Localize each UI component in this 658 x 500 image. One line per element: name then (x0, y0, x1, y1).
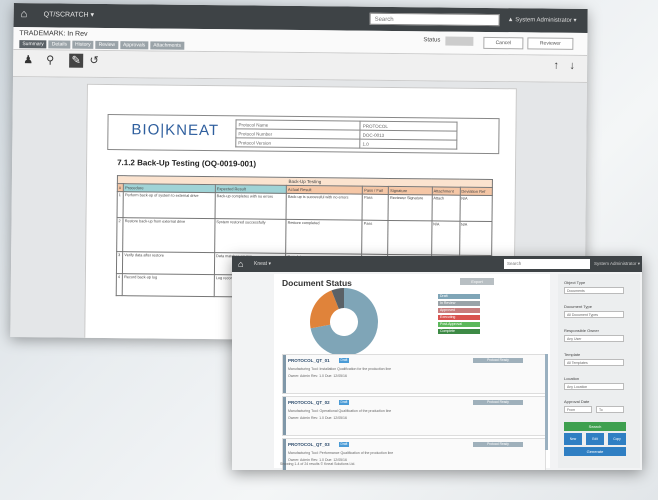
front-brand-menu[interactable]: Kneat ▾ (254, 261, 271, 267)
legend-item[interactable]: Draft (438, 294, 480, 299)
filter-toggle[interactable] (552, 278, 558, 318)
date-to-input[interactable]: To (596, 406, 624, 413)
generate-button[interactable]: Generate (564, 447, 626, 456)
tab-attachments[interactable]: Attachments (150, 41, 185, 50)
filter-select[interactable]: Any User (564, 335, 624, 342)
cell: Restore back-up from external drive (122, 217, 215, 253)
workflow-status[interactable]: Protocol Ready (473, 400, 523, 405)
cell: Back-up completes with no errors (214, 192, 287, 220)
meta-value: 1.0 (360, 139, 457, 150)
back-search-input[interactable]: Search (369, 12, 500, 27)
document-name[interactable]: PROTOCOL_QT_01 (288, 358, 330, 363)
filter-label: Location (564, 376, 580, 381)
cell: N/A (459, 195, 493, 222)
meta-label: Protocol Version (235, 137, 361, 149)
cell: Verify data after restore (122, 251, 215, 275)
search-button[interactable]: Search (564, 422, 626, 431)
cell[interactable]: Reviewer Signature (388, 194, 432, 221)
export-button[interactable]: Export (460, 278, 494, 285)
document-description: Manufacturing Tool: Performance Qualific… (288, 451, 394, 455)
status-donut-chart (310, 288, 378, 356)
cell[interactable]: N/A (431, 220, 460, 256)
filter-select[interactable]: Documents (564, 287, 624, 294)
due-label: Approval Date (564, 399, 590, 404)
front-user-menu[interactable]: System Administrator ▾ (594, 261, 640, 267)
scrollbar[interactable] (545, 354, 548, 450)
filter-label: Document Type (564, 304, 592, 309)
copy-button[interactable]: Copy (608, 433, 626, 445)
document-card[interactable]: PROTOCOL_QT_01 Draft Protocol Ready Manufac… (282, 354, 546, 394)
filter-select[interactable]: All Document Types (564, 311, 624, 318)
card-accent (283, 355, 286, 393)
stamp-icon[interactable]: ♟ (21, 53, 35, 67)
legend-item[interactable]: Post-Approval (438, 322, 480, 327)
pin-icon[interactable]: ⚲ (43, 53, 57, 67)
filter-label: Object Type (564, 280, 586, 285)
cell[interactable]: Pass (362, 194, 389, 221)
status-badge: Draft (339, 400, 349, 405)
filter-label: Responsible Owner (564, 328, 599, 333)
footer-text: Showing 1-4 of 24 results © Kneat Soluti… (280, 462, 356, 466)
document-name[interactable]: PROTOCOL_QT_03 (288, 442, 330, 447)
workflow-status[interactable]: Protocol Ready (473, 442, 523, 447)
cell[interactable]: Attach (431, 194, 460, 222)
back-user-menu[interactable]: ▲ System Administrator ▾ (508, 16, 577, 24)
legend-item[interactable]: Approved (438, 308, 480, 313)
filter-label: Template (564, 352, 581, 357)
table-row: 2 Restore back-up from external drive Syst… (116, 217, 493, 256)
cancel-button[interactable]: Cancel (483, 36, 524, 50)
front-search-input[interactable]: Search (504, 259, 590, 269)
workflow-status[interactable]: Protocol Ready (473, 358, 523, 363)
tab-summary[interactable]: Summary (19, 40, 47, 49)
legend-item[interactable]: Complete (438, 329, 480, 334)
document-title: TRADEMARK: In Rev (19, 30, 88, 38)
status-badge: Draft (339, 442, 349, 447)
document-details: Owner: Admin Rev: 1.0 Due: 12/05/16 (288, 416, 347, 420)
section-title: 7.1.2 Back-Up Testing (OQ-0019-001) (117, 158, 257, 169)
date-from-input[interactable]: From (564, 406, 592, 413)
state-select[interactable] (445, 36, 474, 46)
edit-button[interactable]: Edit (586, 433, 604, 445)
tab-details[interactable]: Details (48, 40, 71, 49)
legend-item[interactable]: Executing (438, 315, 480, 320)
document-name[interactable]: PROTOCOL_QT_02 (288, 400, 330, 405)
legend-item[interactable]: In Review (438, 301, 480, 306)
pencil-icon[interactable]: ✎ (69, 53, 84, 68)
cell: Perform back-up of system to external dr… (123, 191, 216, 219)
new-button[interactable]: New (564, 433, 582, 445)
protocol-meta-table: Protocol Name PROTOCOL Protocol Number DOC… (235, 119, 458, 150)
cell[interactable] (387, 220, 432, 255)
document-description: Manufacturing Tool: Installation Qualifi… (288, 367, 392, 371)
donut-group (310, 288, 378, 356)
document-details: Owner: Admin Rev: 1.0 Due: 12/05/16 (288, 374, 347, 378)
arrow-down-icon[interactable]: ↓ (565, 59, 579, 73)
document-card[interactable]: PROTOCOL_QT_02 Draft Protocol Ready Manufac… (282, 396, 546, 436)
document-description: Manufacturing Tool: Operational Qualific… (288, 409, 392, 413)
card-accent (283, 397, 286, 435)
state-label: Status (423, 37, 441, 44)
cell[interactable]: Restore completed (285, 219, 363, 255)
table-row: 1 Perform back-up of system to external d… (117, 191, 493, 222)
cell: N/A (459, 221, 493, 256)
tab-review[interactable]: Review (95, 40, 119, 50)
filter-select[interactable]: Any Location (564, 383, 624, 390)
document-tabs: Summary Details History Review Approvals… (19, 40, 185, 50)
back-brand-menu[interactable]: QT/SCRATCH ▾ (44, 10, 95, 19)
tab-history[interactable]: History (71, 40, 94, 49)
cell[interactable]: Pass (361, 220, 389, 255)
home-icon[interactable]: ⌂ (21, 8, 33, 20)
home-icon[interactable]: ⌂ (238, 259, 243, 269)
cell: Record back-up log (122, 273, 215, 297)
arrow-up-icon[interactable]: ↑ (549, 59, 563, 73)
col-header: Pass / Fail (362, 186, 389, 195)
undo-icon[interactable]: ↺ (87, 54, 101, 68)
company-logo: BIO|KNEAT (131, 121, 220, 140)
cell: System restored successfully (214, 218, 287, 254)
front-window: ⌂ Kneat ▾ Search System Administrator ▾ … (232, 256, 642, 470)
filter-select[interactable]: All Templates (564, 359, 624, 366)
reviewer-button[interactable]: Reviewer (527, 37, 574, 50)
status-badge: Draft (339, 358, 349, 363)
cell[interactable]: Back-up is successful with no errors (286, 193, 363, 221)
tab-approvals[interactable]: Approvals (119, 41, 149, 50)
